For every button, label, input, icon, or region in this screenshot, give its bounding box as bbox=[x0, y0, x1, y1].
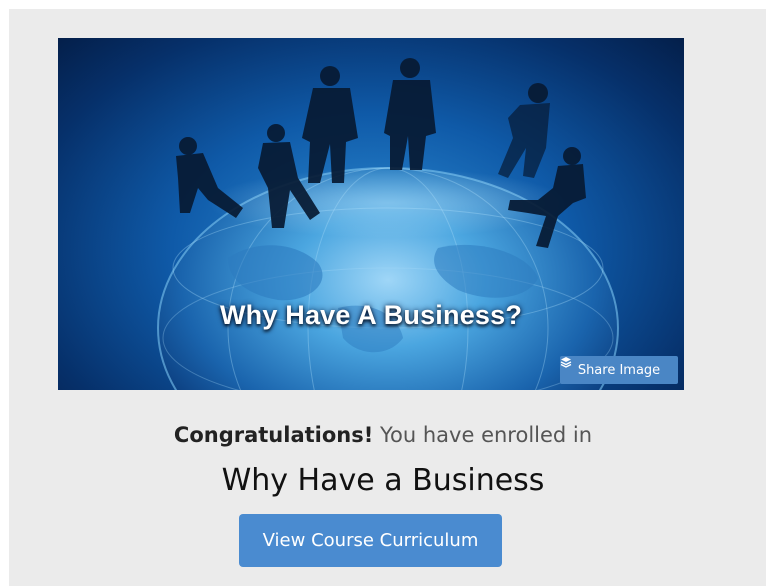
hero-illustration bbox=[157, 58, 619, 390]
view-course-curriculum-button[interactable]: View Course Curriculum bbox=[239, 514, 502, 567]
share-image-button[interactable]: Share Image bbox=[560, 356, 678, 384]
course-title: Why Have a Business bbox=[221, 463, 545, 498]
congratulations-message: Congratulations! You have enrolled in bbox=[0, 423, 766, 447]
course-hero-image: Why Have A Business? Share Image bbox=[58, 38, 684, 390]
layers-icon bbox=[560, 357, 572, 368]
congratulations-strong: Congratulations! bbox=[173, 423, 374, 447]
share-image-label: Share Image bbox=[577, 362, 661, 378]
hero-caption: Why Have A Business? bbox=[219, 300, 523, 330]
congratulations-rest: You have enrolled in bbox=[373, 423, 593, 447]
